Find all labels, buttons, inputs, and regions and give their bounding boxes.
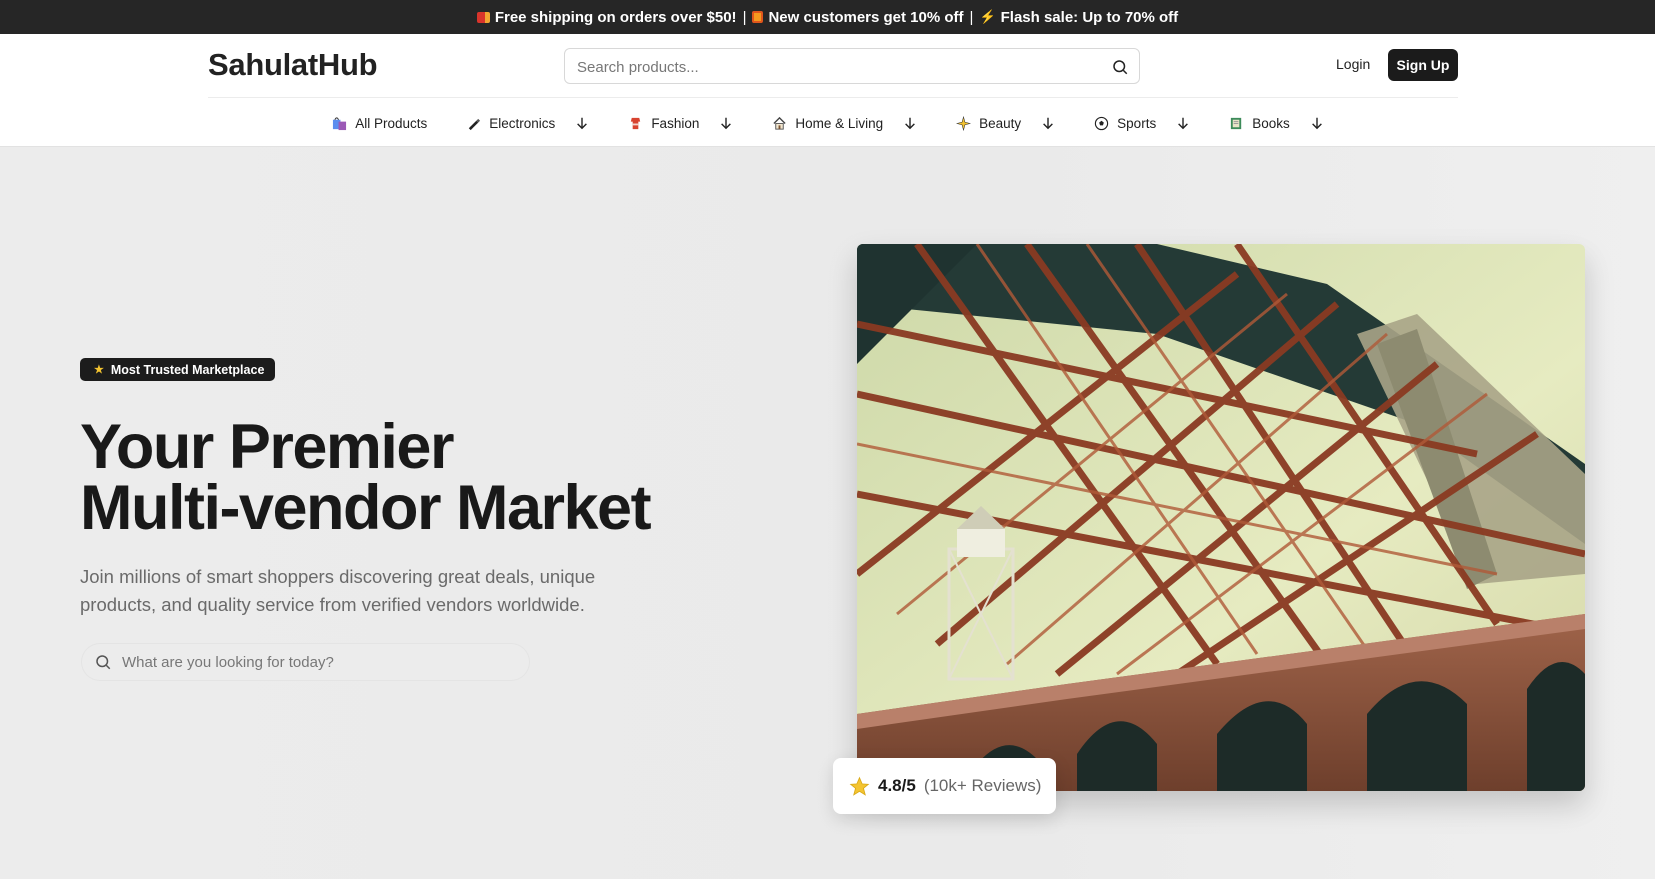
search-icon (96, 655, 111, 670)
arrow-down-icon[interactable] (903, 116, 917, 130)
arrow-down-icon[interactable] (575, 116, 589, 130)
lightning-icon: ⚡ (979, 9, 996, 24)
hero-search-input[interactable] (122, 652, 512, 672)
hero-subtitle: Join millions of smart shoppers discover… (80, 566, 596, 615)
star-icon (849, 776, 870, 796)
site-logo[interactable]: SahulatHub (208, 47, 378, 83)
announcement-separator: | (969, 8, 974, 26)
nav-item-label: Fashion (651, 115, 700, 131)
truck-icon (476, 11, 490, 23)
search-icon[interactable] (1111, 58, 1129, 76)
header-top-row: SahulatHub Login Sign Up (208, 34, 1458, 98)
nav-item-electronics[interactable]: Electronics (465, 115, 589, 131)
hero-section: ★ Most Trusted Marketplace Your Premier … (0, 147, 1655, 879)
hero-headline: Your Premier Multi-vendor Market (80, 416, 652, 540)
nav-item-sports[interactable]: Sports (1093, 115, 1190, 131)
star-icon: ★ (94, 364, 104, 376)
soccer-ball-icon (1093, 115, 1109, 131)
hero-headline-line1: Your Premier (80, 412, 454, 482)
gift-icon (752, 11, 764, 23)
pen-icon (465, 115, 481, 131)
nav-item-label: All Products (355, 115, 428, 131)
announcement-message-shipping: Free shipping on orders over $50! (476, 9, 737, 26)
house-icon (771, 115, 787, 131)
nav-item-label: Books (1252, 115, 1290, 131)
nav-item-books[interactable]: Books (1228, 115, 1324, 131)
arrow-down-icon[interactable] (719, 116, 733, 130)
announcement-separator: | (742, 8, 747, 26)
shirt-icon (627, 115, 643, 131)
header-search-input[interactable] (577, 57, 1087, 77)
arrow-down-icon[interactable] (1176, 116, 1190, 130)
rating-score: 4.8/5 (878, 776, 916, 795)
bridge-steel-truss-photo (857, 244, 1585, 791)
rating-review-count: (10k+ Reviews) (923, 776, 1042, 795)
hero-search-box[interactable] (82, 644, 529, 680)
nav-item-home-living[interactable]: Home & Living (771, 115, 917, 131)
arrow-down-icon[interactable] (1310, 116, 1324, 130)
nav-item-label: Beauty (979, 115, 1022, 131)
login-link[interactable]: Login (1336, 56, 1370, 72)
sparkle-icon (955, 115, 971, 131)
rating-card: 4.8/5 (10k+ Reviews) (833, 758, 1056, 814)
nav-item-label: Home & Living (795, 115, 884, 131)
arrow-down-icon[interactable] (1041, 116, 1055, 130)
hero-headline-line2: Multi-vendor Market (80, 473, 652, 543)
signup-button[interactable]: Sign Up (1388, 49, 1458, 81)
trusted-badge: ★ Most Trusted Marketplace (80, 358, 276, 381)
nav-item-label: Electronics (489, 115, 556, 131)
nav-item-fashion[interactable]: Fashion (627, 115, 733, 131)
nav-item-label: Sports (1117, 115, 1157, 131)
shopping-bags-icon (331, 115, 347, 131)
announcement-bar: Free shipping on orders over $50! | New … (0, 0, 1655, 34)
book-icon (1228, 115, 1244, 131)
nav-item-beauty[interactable]: Beauty (955, 115, 1055, 131)
header-search-box[interactable] (564, 48, 1140, 84)
nav-item-all-products[interactable]: All Products (331, 115, 427, 131)
announcement-message-discount: New customers get 10% off (752, 9, 964, 26)
hero-image (857, 244, 1585, 791)
category-nav: All Products Electronics Fashion Home & … (0, 99, 1655, 147)
site-header: SahulatHub Login Sign Up All Products El… (0, 34, 1655, 147)
announcement-message-flash-sale: ⚡ Flash sale: Up to 70% off (979, 8, 1179, 26)
